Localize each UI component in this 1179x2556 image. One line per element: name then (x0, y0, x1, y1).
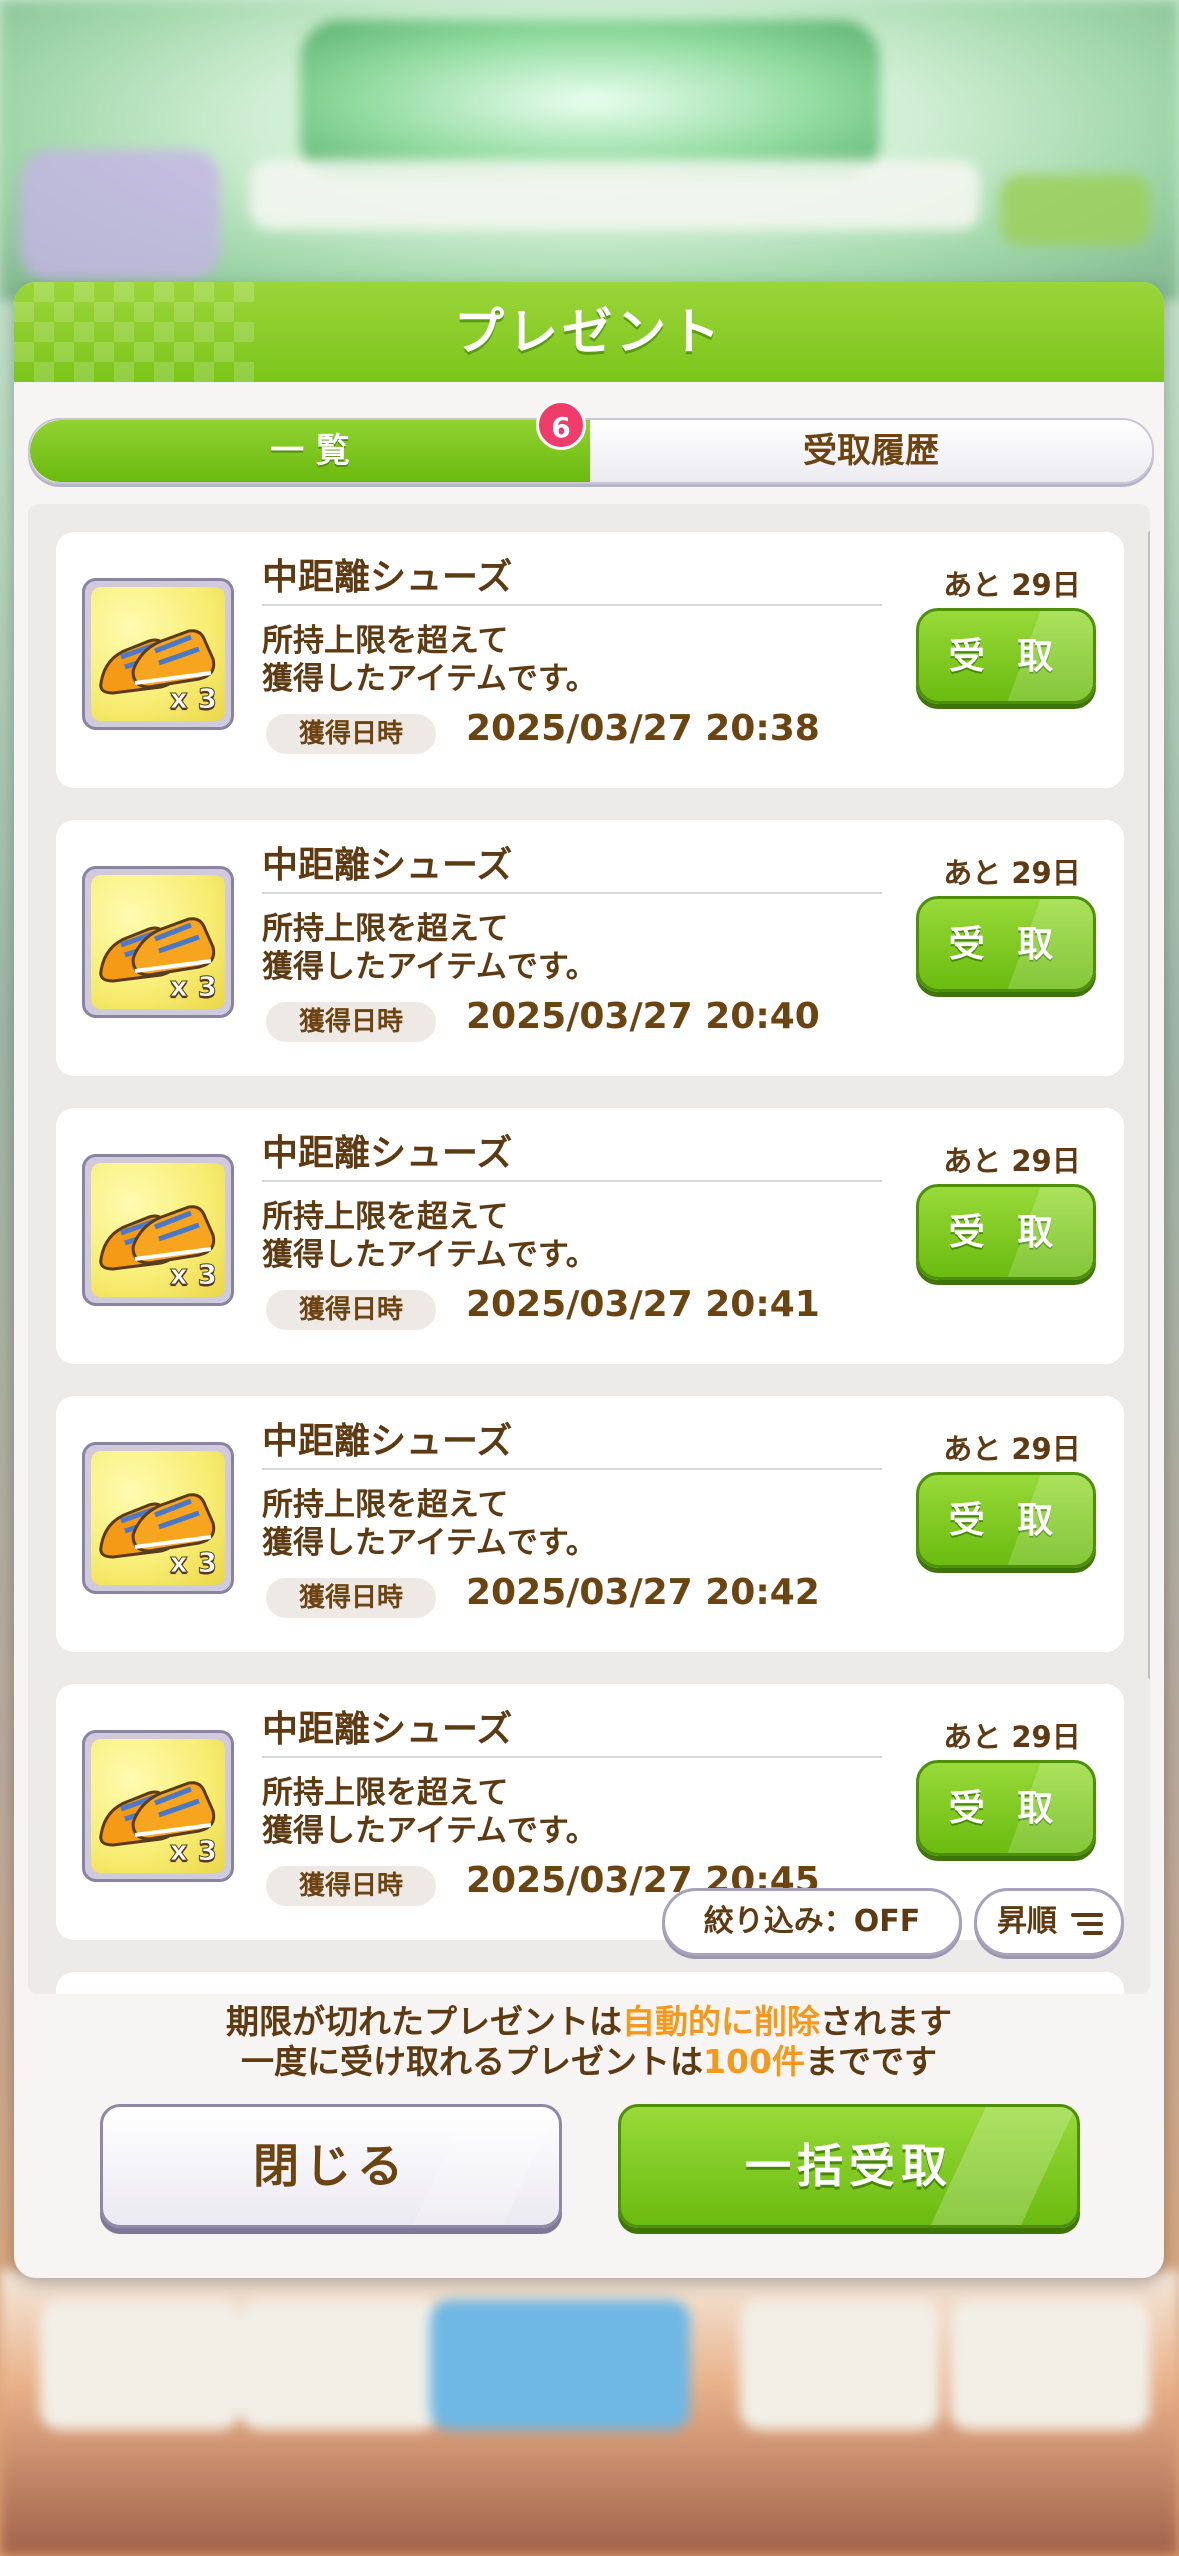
dialog-title: プレゼント (454, 303, 724, 361)
acquired-date: 2025/03/27 20:40 (466, 996, 820, 1037)
background-hud-button (1000, 175, 1150, 245)
notice-line-1: 期限が切れたプレゼントは自動的に削除されます (14, 2002, 1164, 2042)
dialog-header: プレゼント (14, 282, 1164, 382)
item-quantity: x 3 (169, 1258, 217, 1292)
receive-button[interactable]: 受 取 (916, 1472, 1096, 1568)
notice-text-part: 期限が切れたプレゼントは (226, 2002, 622, 2041)
notice-line-2: 一度に受け取れるプレゼントは100件までです (14, 2042, 1164, 2082)
list-scrollbar[interactable] (1148, 530, 1150, 1680)
sort-button[interactable]: 昇順 (974, 1888, 1124, 1956)
divider (262, 1468, 882, 1470)
present-item: x 3 中距離シューズ 所持上限を超えて 獲得したアイテムです。 獲得日時 20… (56, 1396, 1124, 1652)
acquired-date: 2025/03/27 20:41 (466, 1284, 820, 1325)
description-line: 獲得したアイテムです。 (262, 1237, 597, 1273)
background-footer-button (950, 2300, 1150, 2430)
item-thumbnail: x 3 (82, 1730, 234, 1882)
item-quantity: x 3 (169, 1546, 217, 1580)
item-thumbnail: x 3 (82, 1154, 234, 1306)
description-line: 獲得したアイテムです。 (262, 661, 597, 697)
thumbnail-frame: x 3 (91, 587, 225, 721)
item-name: 中距離シューズ (262, 1709, 513, 1750)
item-name: 中距離シューズ (262, 845, 513, 886)
present-item: x 3 中距離シューズ 所持上限を超えて 獲得したアイテムです。 獲得日時 20… (56, 1108, 1124, 1364)
item-quantity: x 3 (169, 682, 217, 716)
remaining-days: あと 29日 (943, 1432, 1081, 1466)
divider (262, 1756, 882, 1758)
description-line: 獲得したアイテムです。 (262, 1525, 597, 1561)
item-description: 所持上限を超えて 獲得したアイテムです。 (262, 1486, 597, 1562)
acquired-date: 2025/03/27 20:38 (466, 708, 820, 749)
remaining-days: あと 29日 (943, 1720, 1081, 1754)
notice-text-part: までです (804, 2042, 937, 2081)
background-ornament (300, 20, 880, 180)
item-thumbnail: x 3 (82, 578, 234, 730)
notice-text: 期限が切れたプレゼントは自動的に削除されます 一度に受け取れるプレゼントは100… (14, 2002, 1164, 2082)
item-quantity: x 3 (169, 1834, 217, 1868)
present-list[interactable]: x 3 中距離シューズ 所持上限を超えて 獲得したアイテムです。 獲得日時 20… (28, 504, 1150, 1994)
date-label: 獲得日時 (266, 1002, 436, 1042)
divider (262, 604, 882, 606)
sort-label: 昇順 (997, 1904, 1057, 1939)
remaining-days: あと 29日 (943, 568, 1081, 602)
background-character-panel (20, 150, 220, 280)
date-label: 獲得日時 (266, 714, 436, 754)
tab-bar: 一 覧 受取履歴 (28, 418, 1154, 484)
receive-button[interactable]: 受 取 (916, 1760, 1096, 1856)
description-line: 所持上限を超えて (262, 911, 509, 947)
item-name: 中距離シューズ (262, 1133, 513, 1174)
present-item-partial (56, 1972, 1124, 1994)
thumbnail-frame: x 3 (91, 1451, 225, 1585)
description-line: 獲得したアイテムです。 (262, 1813, 597, 1849)
background-footer-button (740, 2300, 940, 2430)
background-status-bar (250, 160, 980, 230)
tab-list[interactable]: 一 覧 (30, 420, 590, 482)
thumbnail-frame: x 3 (91, 875, 225, 1009)
background-footer-button (430, 2300, 690, 2430)
description-line: 獲得したアイテムです。 (262, 949, 597, 985)
unread-count-badge: 6 (536, 400, 586, 450)
notice-text-part: されます (820, 2002, 952, 2041)
thumbnail-frame: x 3 (91, 1739, 225, 1873)
notice-highlight: 100件 (703, 2042, 805, 2081)
remaining-days: あと 29日 (943, 1144, 1081, 1178)
date-label: 獲得日時 (266, 1290, 436, 1330)
item-description: 所持上限を超えて 獲得したアイテムです。 (262, 1198, 597, 1274)
item-name: 中距離シューズ (262, 557, 513, 598)
tab-history[interactable]: 受取履歴 (590, 420, 1152, 482)
receive-all-button[interactable]: 一括受取 (618, 2104, 1080, 2228)
item-thumbnail: x 3 (82, 866, 234, 1018)
receive-button[interactable]: 受 取 (916, 896, 1096, 992)
present-dialog: プレゼント 一 覧 受取履歴 6 x 3 中距離シューズ 所持上限を超えて 獲得… (14, 282, 1164, 2278)
present-item: x 3 中距離シューズ 所持上限を超えて 獲得したアイテムです。 獲得日時 20… (56, 820, 1124, 1076)
item-description: 所持上限を超えて 獲得したアイテムです。 (262, 1774, 597, 1850)
receive-button[interactable]: 受 取 (916, 608, 1096, 704)
background-footer-button (240, 2300, 440, 2430)
present-item: x 3 中距離シューズ 所持上限を超えて 獲得したアイテムです。 獲得日時 20… (56, 532, 1124, 788)
date-label: 獲得日時 (266, 1578, 436, 1618)
present-item: x 3 中距離シューズ 所持上限を超えて 獲得したアイテムです。 獲得日時 20… (56, 1684, 1124, 1940)
filter-button[interactable]: 絞り込み：OFF (662, 1888, 962, 1956)
divider (262, 1180, 882, 1182)
background-footer-button (40, 2300, 240, 2430)
sort-lines-icon (1071, 1913, 1103, 1935)
notice-highlight: 自動的に削除 (622, 2002, 820, 2041)
acquired-date: 2025/03/27 20:42 (466, 1572, 820, 1613)
description-line: 所持上限を超えて (262, 1775, 509, 1811)
divider (262, 892, 882, 894)
description-line: 所持上限を超えて (262, 623, 509, 659)
description-line: 所持上限を超えて (262, 1199, 509, 1235)
item-description: 所持上限を超えて 獲得したアイテムです。 (262, 622, 597, 698)
item-quantity: x 3 (169, 970, 217, 1004)
receive-button[interactable]: 受 取 (916, 1184, 1096, 1280)
remaining-days: あと 29日 (943, 856, 1081, 890)
item-description: 所持上限を超えて 獲得したアイテムです。 (262, 910, 597, 986)
thumbnail-frame: x 3 (91, 1163, 225, 1297)
item-name: 中距離シューズ (262, 1421, 513, 1462)
date-label: 獲得日時 (266, 1866, 436, 1906)
notice-text-part: 一度に受け取れるプレゼントは (241, 2042, 704, 2081)
item-thumbnail: x 3 (82, 1442, 234, 1594)
description-line: 所持上限を超えて (262, 1487, 509, 1523)
close-button[interactable]: 閉じる (100, 2104, 562, 2228)
